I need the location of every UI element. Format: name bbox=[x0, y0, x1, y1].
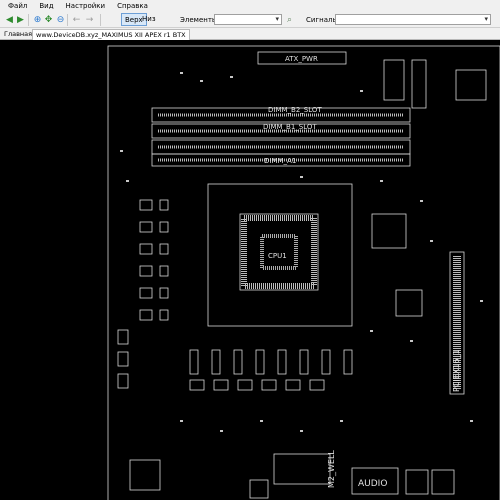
tab-board-file[interactable]: www.DeviceDB.xyz_MAXIMUS XII APEX r1 BTX bbox=[32, 29, 190, 40]
forward-icon[interactable]: ▶ bbox=[15, 14, 26, 25]
bottom-left-block bbox=[129, 459, 161, 491]
menu-view[interactable]: Вид bbox=[37, 0, 55, 12]
zoom-out-icon[interactable]: ⊖ bbox=[55, 14, 66, 25]
vrm-left-column bbox=[117, 199, 169, 389]
bottom-chip bbox=[249, 479, 269, 499]
m2-slot-area bbox=[273, 453, 331, 485]
redo-icon[interactable]: → bbox=[84, 14, 95, 25]
undo-icon[interactable]: ← bbox=[71, 14, 82, 25]
m2-label: M2_WELL bbox=[327, 450, 336, 488]
toolbar-separator bbox=[67, 14, 68, 26]
signals-label: Сигналы bbox=[306, 16, 338, 24]
pciex16-label: PCIEX16_1 bbox=[452, 349, 461, 392]
board-canvas[interactable]: ATX_PWR DIMM_B2_SLOT DIMM_B1_SLOT DIMM_A… bbox=[0, 40, 500, 500]
zoom-fit-icon[interactable]: ✥ bbox=[43, 14, 54, 25]
toolbar-separator bbox=[100, 14, 101, 26]
right-component-top bbox=[383, 59, 405, 101]
menu-help[interactable]: Справка bbox=[115, 0, 150, 12]
dimm-b2-label: DIMM_B2_SLOT bbox=[268, 106, 322, 114]
chip-right bbox=[371, 213, 407, 249]
signals-dropdown[interactable]: ▾ bbox=[335, 14, 491, 25]
menu-file[interactable]: Файл bbox=[6, 0, 29, 12]
right-component-block bbox=[455, 69, 487, 101]
tab-home[interactable]: Главная bbox=[1, 29, 35, 40]
audio-component bbox=[405, 469, 429, 495]
toolbar-separator bbox=[28, 14, 29, 26]
toolbar: ◀ ▶ ⊕ ✥ ⊖ ← → Верх Низ Элементы ▾ ⌕ Сигн… bbox=[0, 12, 500, 28]
dimm-a1-label: DIMM_A1 bbox=[264, 157, 296, 165]
chevron-down-icon: ▾ bbox=[484, 15, 488, 23]
right-component-top-2 bbox=[411, 59, 427, 109]
search-icon[interactable]: ⌕ bbox=[284, 14, 295, 25]
back-icon[interactable]: ◀ bbox=[4, 14, 15, 25]
chevron-down-icon: ▾ bbox=[275, 15, 279, 23]
cpu-label: CPU1 bbox=[268, 252, 287, 260]
mode-bottom-button[interactable]: Низ bbox=[139, 13, 159, 26]
audio-component-2 bbox=[431, 469, 455, 495]
zoom-in-icon[interactable]: ⊕ bbox=[32, 14, 43, 25]
audio-label: AUDIO bbox=[358, 479, 387, 489]
tab-bar: Главная www.DeviceDB.xyz_MAXIMUS XII APE… bbox=[0, 28, 500, 40]
chip-right-lower bbox=[395, 289, 423, 317]
dimm-b1-label: DIMM_B1_SLOT bbox=[263, 123, 317, 131]
elements-dropdown[interactable]: ▾ bbox=[214, 14, 282, 25]
vrm-bottom-row bbox=[189, 349, 353, 391]
atx-pwr-label: ATX_PWR bbox=[285, 55, 318, 63]
menu-bar: Файл Вид Настройки Справка bbox=[0, 0, 500, 12]
menu-settings[interactable]: Настройки bbox=[64, 0, 108, 12]
elements-label: Элементы bbox=[180, 16, 218, 24]
board-drawing: ATX_PWR DIMM_B2_SLOT DIMM_B1_SLOT DIMM_A… bbox=[107, 45, 500, 500]
